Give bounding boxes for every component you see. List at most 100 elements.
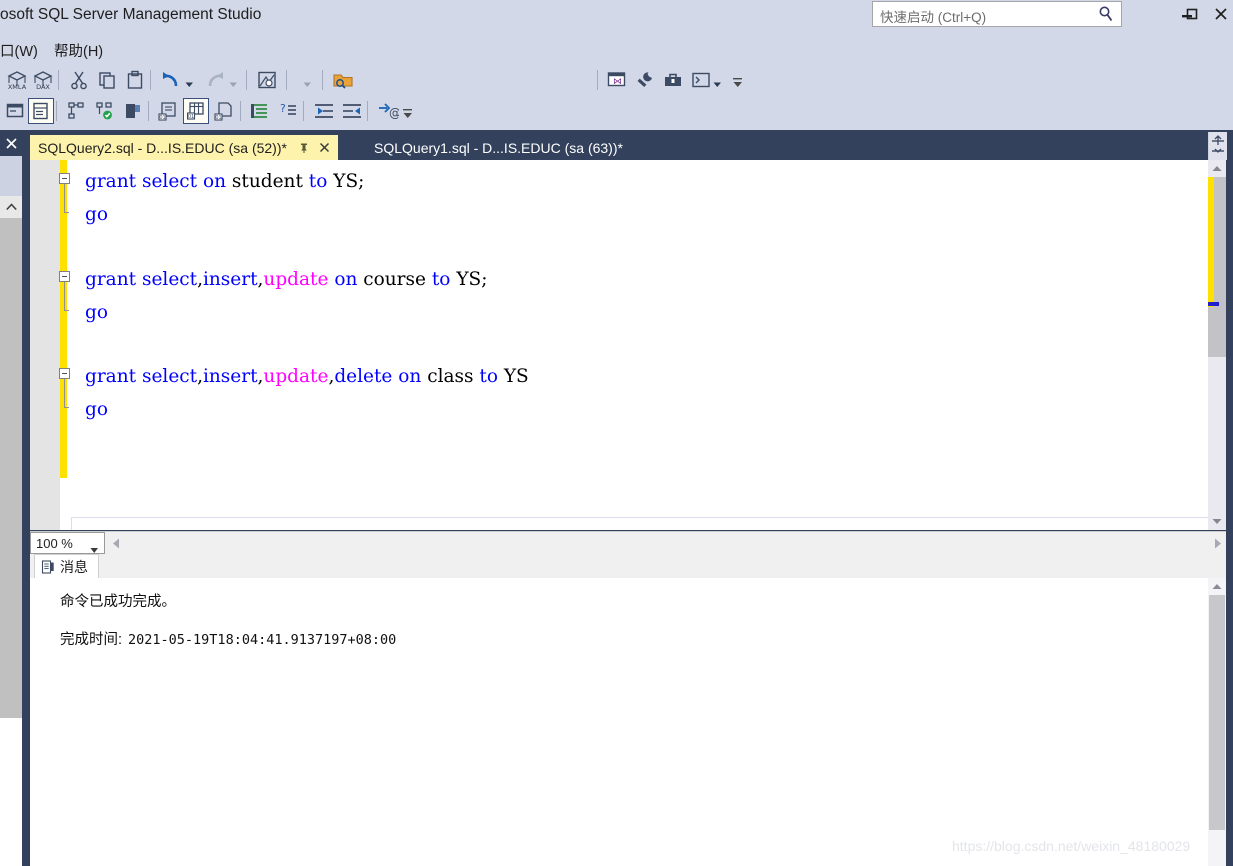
results-to-text-icon[interactable]	[247, 98, 273, 124]
editor-status-bar: 100 %	[30, 531, 1226, 554]
undo-icon[interactable]	[158, 67, 184, 93]
code-token: select	[141, 171, 198, 192]
results-scroll-thumb[interactable]	[1209, 595, 1225, 830]
left-panel-scroll-up-button[interactable]	[0, 196, 22, 218]
execute-query-icon[interactable]	[64, 98, 90, 124]
cut-icon[interactable]	[66, 67, 92, 93]
code-line: go	[85, 198, 108, 231]
left-panel-close-icon[interactable]	[2, 134, 20, 152]
maximize-button[interactable]	[1177, 3, 1207, 25]
close-button[interactable]	[1206, 3, 1233, 25]
toolbar-row-2: 01 01 01 ?	[0, 95, 1233, 127]
code-line: grant select,insert,update on course to …	[85, 263, 487, 296]
toolbar-dropdown-arrow-icon[interactable]	[303, 76, 312, 87]
code-token: on	[202, 171, 227, 192]
open-file-icon[interactable]	[330, 67, 356, 93]
svg-text:01: 01	[188, 114, 194, 120]
dax-query-icon[interactable]: DAX	[30, 67, 56, 93]
scroll-up-arrow-icon[interactable]	[1208, 160, 1226, 177]
command-prompt-icon[interactable]	[688, 67, 714, 93]
code-token: go	[85, 204, 108, 225]
svg-text:01: 01	[215, 115, 221, 121]
tab-label-sqlquery2: SQLQuery2.sql - D...IS.EDUC (sa (52))*	[38, 139, 287, 156]
code-token: class	[421, 366, 480, 387]
pin-icon[interactable]	[297, 141, 311, 155]
object-explorer-icon[interactable]	[2, 98, 28, 124]
results-scroll-up-arrow-icon[interactable]	[1208, 578, 1226, 595]
code-token: select	[141, 366, 198, 387]
properties-wrench-icon[interactable]	[632, 67, 658, 93]
quick-launch-placeholder: 快速启动 (Ctrl+Q)	[880, 10, 987, 25]
code-token: YS	[497, 366, 529, 387]
hscroll-left-arrow-icon[interactable]	[108, 535, 124, 551]
parse-query-icon[interactable]	[92, 98, 118, 124]
code-line: go	[85, 296, 108, 329]
editor-split-button[interactable]	[1208, 132, 1227, 160]
code-token: insert	[202, 366, 258, 387]
code-token: update	[263, 366, 329, 387]
tab-messages[interactable]: 消息	[34, 554, 99, 578]
results-to-grid-icon[interactable]: ?	[275, 98, 301, 124]
paste-icon[interactable]	[122, 67, 148, 93]
editor-change-bar-2	[60, 415, 67, 478]
undo-dropdown-arrow-icon[interactable]	[185, 76, 194, 87]
properties-window-icon[interactable]	[28, 98, 54, 124]
xmla-query-icon[interactable]: XMLA	[4, 67, 30, 93]
toolbar-overflow-button-2[interactable]	[402, 107, 414, 123]
code-line: grant select,insert,update,delete on cla…	[85, 360, 529, 393]
redo-icon[interactable]	[202, 67, 228, 93]
tab-sqlquery1[interactable]: SQLQuery1.sql - D...IS.EDUC (sa (63))*	[365, 135, 635, 160]
code-token: course	[357, 269, 432, 290]
copy-icon[interactable]	[94, 67, 120, 93]
increase-indent-icon[interactable]	[339, 98, 365, 124]
code-token: student	[226, 171, 309, 192]
tab-sqlquery2[interactable]: SQLQuery2.sql - D...IS.EDUC (sa (52))*	[30, 135, 338, 160]
code-token: YS	[450, 269, 482, 290]
results-pane: 消息 命令已成功完成。 完成时间: 2021-05-19T18:04:41.913…	[30, 554, 1226, 866]
decrease-indent-icon[interactable]	[311, 98, 337, 124]
ssms-window: osoft SQL Server Management Studio 快速启动 …	[0, 0, 1233, 866]
command-prompt-dropdown-arrow-icon[interactable]	[713, 76, 722, 87]
include-client-statistics-icon[interactable]: 01	[211, 98, 237, 124]
results-vertical-scrollbar[interactable]	[1208, 578, 1226, 866]
editor-code[interactable]: grant select on student to YS; go grant se…	[67, 160, 1226, 530]
toolbar-row-1: XMLA DAX ⋈	[0, 64, 1233, 152]
hscroll-right-arrow-icon[interactable]	[1210, 535, 1226, 551]
code-token: to	[479, 366, 498, 387]
new-project-icon[interactable]: ⋈	[604, 67, 630, 93]
stop-icon[interactable]	[120, 98, 146, 124]
code-token: update	[263, 269, 329, 290]
tab-close-icon[interactable]	[317, 140, 332, 155]
left-panel-footer	[0, 718, 22, 866]
sql-editor[interactable]: grant select on student to YS; go grant se…	[30, 160, 1226, 530]
quick-launch-box[interactable]: 快速启动 (Ctrl+Q)	[872, 1, 1122, 27]
new-query-icon[interactable]	[254, 67, 280, 93]
editor-vertical-scrollbar[interactable]	[1208, 160, 1226, 530]
editor-tab-strip: SQLQuery2.sql - D...IS.EDUC (sa (52))* S…	[30, 135, 1233, 160]
scroll-down-arrow-icon[interactable]	[1208, 513, 1226, 530]
code-token: select	[141, 269, 198, 290]
svg-text:@: @	[389, 106, 399, 120]
zoom-level-combo[interactable]: 100 %	[30, 532, 105, 554]
display-estimated-execution-plan-icon[interactable]: 01	[155, 98, 181, 124]
specify-values-for-parameters-icon[interactable]: @	[375, 98, 401, 124]
include-actual-execution-plan-icon[interactable]: 01	[183, 98, 209, 124]
code-token: grant	[85, 269, 137, 290]
messages-body[interactable]: 命令已成功完成。 完成时间: 2021-05-19T18:04:41.913719…	[30, 578, 1208, 866]
toolbox-icon[interactable]	[660, 67, 686, 93]
code-token: ;	[358, 171, 365, 192]
toolbar-overflow-button[interactable]	[732, 76, 744, 92]
search-icon	[1097, 5, 1115, 23]
code-token: on	[334, 269, 358, 290]
left-panel-scroll-track[interactable]	[0, 218, 22, 718]
messages-icon	[41, 559, 55, 574]
code-token: to	[308, 171, 328, 192]
menu-item-window[interactable]: 口(W)	[0, 39, 42, 62]
code-line: go	[85, 393, 108, 426]
code-token: YS	[327, 171, 359, 192]
editor-horizontal-scrollbar[interactable]	[124, 532, 1208, 553]
code-line: grant select on student to YS;	[85, 165, 364, 198]
title-bar: osoft SQL Server Management Studio 快速启动 …	[0, 0, 1233, 34]
menu-item-help[interactable]: 帮助(H)	[50, 39, 107, 62]
results-tab-label: 消息	[60, 558, 88, 575]
